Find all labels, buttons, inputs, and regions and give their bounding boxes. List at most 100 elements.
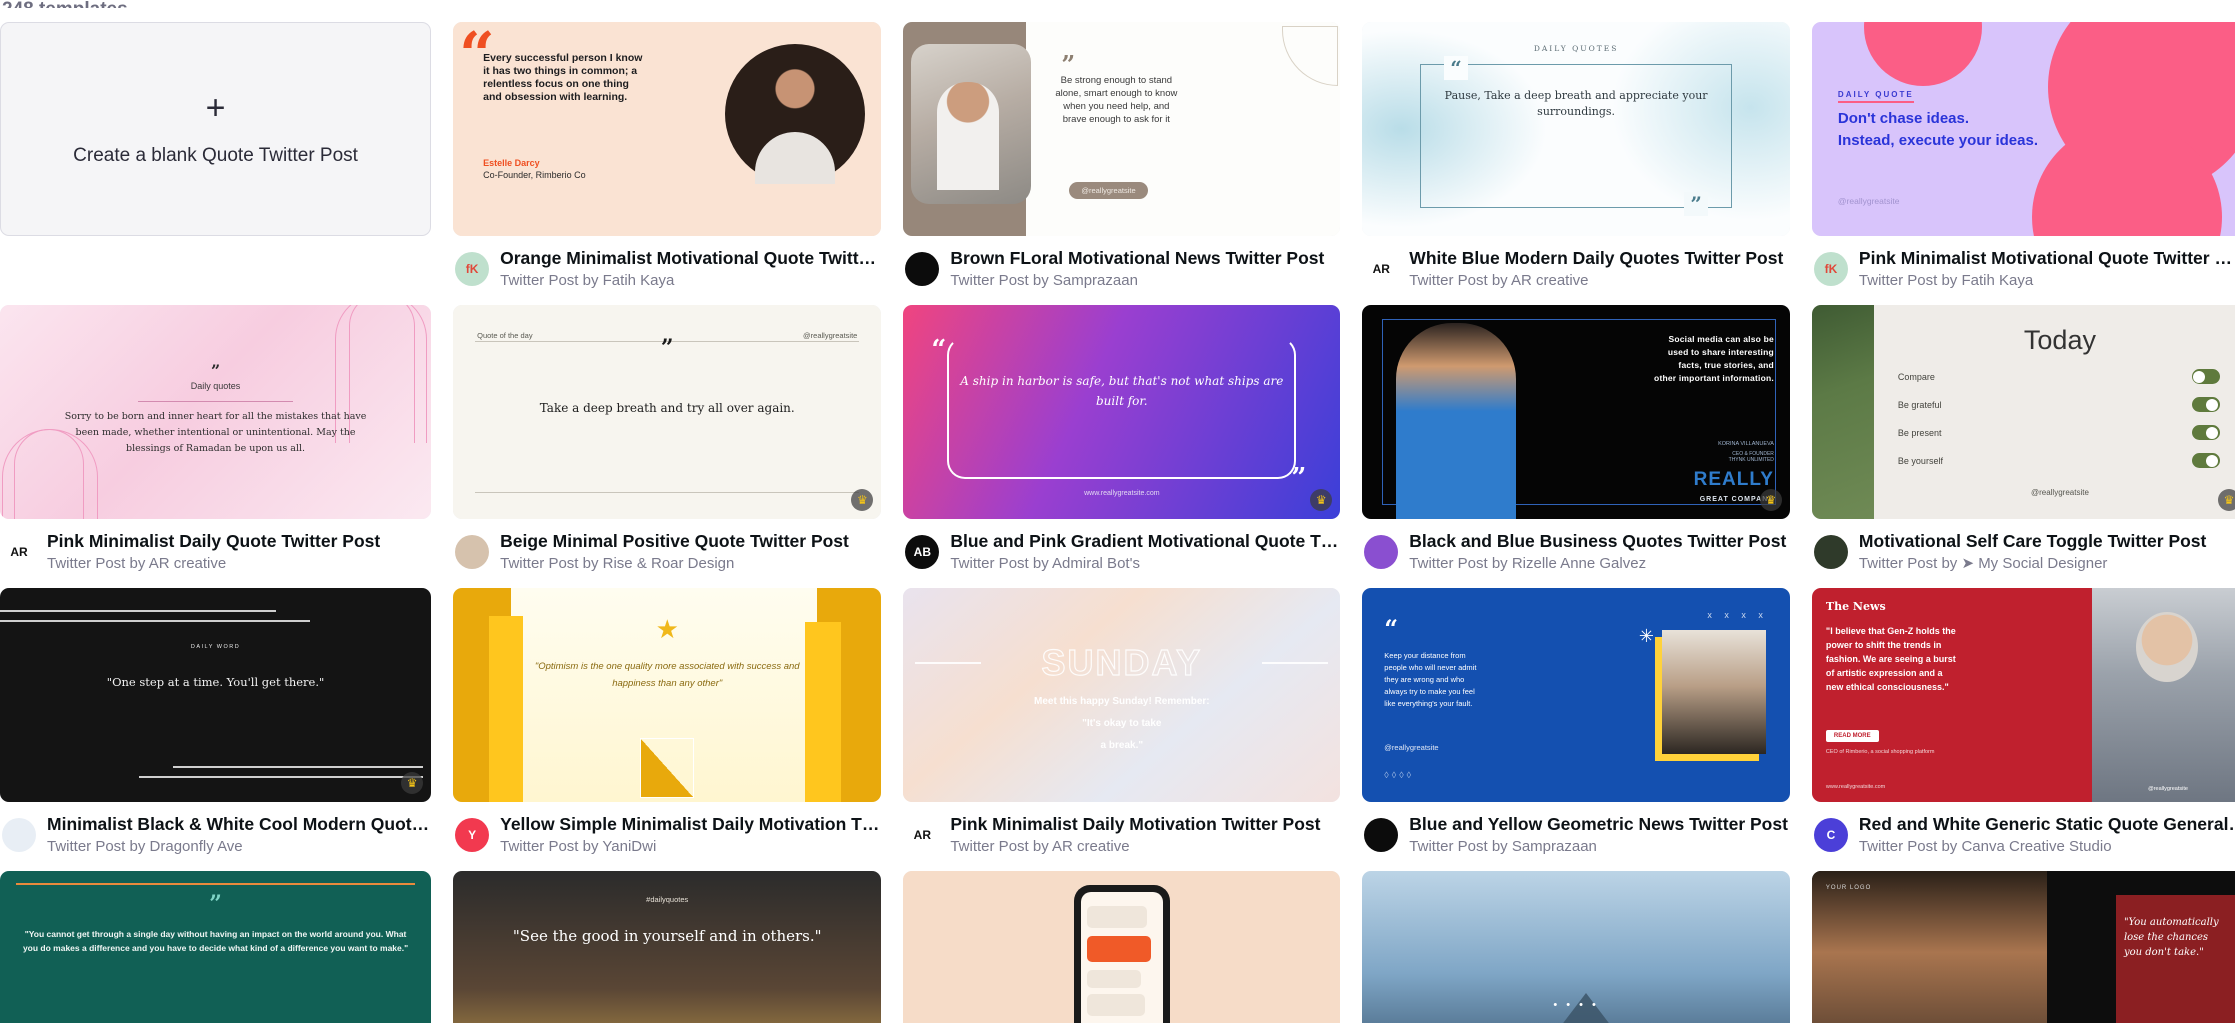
- line-1: Meet this happy Sunday! Remember:: [1034, 696, 1210, 707]
- template-title[interactable]: Minimalist Black & White Cool Modern Quo…: [47, 813, 429, 835]
- template-thumbnail[interactable]: “Every successful person I know it has t…: [453, 22, 882, 236]
- template-thumbnail[interactable]: Today Compare Be grateful Be present Be your…: [1811, 305, 2235, 519]
- template-cell: Social media can also be used to share i…: [1362, 305, 1790, 588]
- template-author[interactable]: Twitter Post by Rizelle Anne Galvez: [1409, 554, 1788, 574]
- avatar[interactable]: AR: [1364, 252, 1399, 286]
- quote-close: ”: [1291, 463, 1307, 493]
- template-author[interactable]: Twitter Post by Samprazaan: [950, 271, 1338, 291]
- template-title[interactable]: Blue and Pink Gradient Motivational Quot…: [950, 530, 1338, 552]
- toggle-switch: [2191, 397, 2220, 412]
- template-thumbnail[interactable]: YOUR LOGO "You automatically lose the cha…: [1811, 871, 2235, 1023]
- template-title[interactable]: Orange Minimalist Motivational Quote Twi…: [500, 247, 879, 269]
- template-thumbnail[interactable]: Social media can also be used to share i…: [1362, 305, 1790, 519]
- template-cell: DAILY WORD "One step at a time. You'll ge…: [0, 588, 432, 871]
- template-title[interactable]: Yellow Simple Minimalist Daily Motivatio…: [500, 813, 879, 835]
- avatar[interactable]: [1364, 535, 1399, 569]
- template-thumbnail[interactable]: ♛: [903, 871, 1341, 1023]
- avatar[interactable]: AR: [2, 535, 36, 569]
- template-title[interactable]: White Blue Modern Daily Quotes Twitter P…: [1409, 247, 1788, 269]
- template-author[interactable]: Twitter Post by Rise & Roar Design: [500, 554, 879, 574]
- template-thumbnail[interactable]: The News "I believe that Gen-Z holds the …: [1811, 588, 2235, 802]
- template-title[interactable]: Blue and Yellow Geometric News Twitter P…: [1409, 813, 1788, 835]
- avatar[interactable]: [1813, 535, 1848, 569]
- template-thumbnail[interactable]: “ Keep your distance from people who will…: [1362, 588, 1790, 802]
- chat-bubble: [1086, 970, 1141, 988]
- toggle-switch: [2191, 453, 2220, 468]
- template-author[interactable]: Twitter Post by Fatih Kaya: [1859, 271, 2235, 291]
- template-artwork: ★ "Optimism is the one quality more assoc…: [453, 588, 882, 802]
- template-cell: “Every successful person I know it has t…: [453, 22, 882, 305]
- avatar[interactable]: [905, 252, 940, 286]
- divider: [137, 401, 294, 402]
- corner-marks: x x x x: [1707, 610, 1768, 620]
- avatar[interactable]: [455, 535, 490, 569]
- template-title[interactable]: Beige Minimal Positive Quote Twitter Pos…: [500, 530, 879, 552]
- avatar[interactable]: fK: [1813, 252, 1848, 286]
- template-thumbnail[interactable]: DAILY QUOTE Don't chase ideas. Instead, ex…: [1811, 22, 2235, 236]
- avatar[interactable]: AB: [905, 535, 940, 569]
- read-more-pill: READ MORE: [1825, 730, 1879, 742]
- template-author[interactable]: Twitter Post by ➤ My Social Designer: [1859, 554, 2235, 574]
- quote-close: ”: [1684, 192, 1708, 216]
- template-meta: AR Pink Minimalist Daily Quote Twitter P…: [0, 519, 431, 588]
- template-author[interactable]: Twitter Post by YaniDwi: [500, 837, 879, 857]
- template-author[interactable]: Twitter Post by Samprazaan: [1409, 837, 1788, 857]
- avatar[interactable]: AR: [905, 818, 940, 852]
- template-cell: #dailyquotes "See the good in yourself an…: [453, 871, 882, 1023]
- avatar[interactable]: fK: [455, 252, 490, 286]
- template-author[interactable]: Twitter Post by AR creative: [47, 554, 429, 574]
- template-artwork: • • • •SuccessOnly those who dare to fai…: [1362, 871, 1790, 1023]
- create-blank-template-button[interactable]: + Create a blank Quote Twitter Post: [0, 22, 432, 236]
- template-thumbnail[interactable]: ” "You cannot get through a single day wi…: [0, 871, 432, 1023]
- bar-decoration: [0, 610, 276, 612]
- template-thumbnail[interactable]: Quote of the day @reallygreatsite” Take a …: [453, 305, 882, 519]
- template-cell: The News "I believe that Gen-Z holds the …: [1811, 588, 2235, 871]
- column: [805, 622, 842, 802]
- template-thumbnail[interactable]: #dailyquotes "See the good in yourself an…: [453, 871, 882, 1023]
- template-thumbnail[interactable]: SUNDAY Meet this happy Sunday! Remember: "…: [903, 588, 1341, 802]
- template-thumbnail[interactable]: ” Be strong enough to stand alone, smart …: [903, 22, 1341, 236]
- template-author[interactable]: Twitter Post by Admiral Bot's: [950, 554, 1338, 574]
- template-artwork: DAILY QUOTE Don't chase ideas. Instead, ex…: [1811, 22, 2235, 236]
- quote-mark: ”: [210, 361, 221, 380]
- template-author[interactable]: Twitter Post by Canva Creative Studio: [1859, 837, 2235, 857]
- avatar[interactable]: Y: [455, 818, 490, 852]
- template-title[interactable]: Brown FLoral Motivational News Twitter P…: [950, 247, 1338, 269]
- template-title[interactable]: Pink Minimalist Daily Motivation Twitter…: [950, 813, 1338, 835]
- avatar[interactable]: C: [1813, 818, 1848, 852]
- template-meta: fK Orange Minimalist Motivational Quote …: [453, 236, 881, 305]
- template-artwork: “ Keep your distance from people who will…: [1362, 588, 1790, 802]
- template-author[interactable]: Twitter Post by Dragonfly Ave: [47, 837, 429, 857]
- portrait-photo: [725, 44, 866, 184]
- template-artwork: ” Daily quotes Sorry to be born and inner …: [0, 305, 432, 519]
- template-thumbnail[interactable]: DAILY QUOTES “ Pause, Take a deep breath a…: [1362, 22, 1790, 236]
- author-name: Estelle Darcy: [483, 158, 540, 168]
- template-thumbnail[interactable]: • • • •SuccessOnly those who dare to fai…: [1362, 871, 1790, 1023]
- template-thumbnail[interactable]: ” Daily quotes Sorry to be born and inner …: [0, 305, 432, 519]
- avatar[interactable]: [1364, 818, 1399, 852]
- avatar[interactable]: [2, 818, 36, 852]
- template-title[interactable]: Motivational Self Care Toggle Twitter Po…: [1859, 530, 2235, 552]
- quote-open: “: [1444, 56, 1468, 80]
- template-thumbnail[interactable]: ★ "Optimism is the one quality more assoc…: [453, 588, 882, 802]
- template-artwork: DAILY WORD "One step at a time. You'll ge…: [0, 588, 432, 802]
- quote-text: Take a deep breath and try all over agai…: [539, 401, 795, 415]
- photo: [2091, 588, 2235, 802]
- toggle-row: Compare: [1898, 369, 2220, 384]
- template-title[interactable]: Red and White Generic Static Quote Gener…: [1859, 813, 2235, 835]
- template-title[interactable]: Pink Minimalist Daily Quote Twitter Post: [47, 530, 429, 552]
- bar-decoration: [173, 766, 424, 768]
- template-artwork: SUNDAY Meet this happy Sunday! Remember: "…: [903, 588, 1341, 802]
- template-thumbnail[interactable]: “ A ship in harbor is safe, but that's no…: [903, 305, 1341, 519]
- template-thumbnail[interactable]: DAILY WORD "One step at a time. You'll ge…: [0, 588, 432, 802]
- template-author[interactable]: Twitter Post by Fatih Kaya: [500, 271, 879, 291]
- template-artwork: ” "You cannot get through a single day wi…: [0, 871, 432, 1023]
- template-artwork: Quote of the day @reallygreatsite” Take a …: [453, 305, 882, 519]
- quote-text: "One step at a time. You'll get there.": [106, 675, 325, 689]
- template-title[interactable]: Pink Minimalist Motivational Quote Twitt…: [1859, 247, 2235, 269]
- template-author[interactable]: Twitter Post by AR creative: [950, 837, 1338, 857]
- template-artwork: DAILY QUOTES “ Pause, Take a deep breath a…: [1362, 22, 1790, 236]
- template-title[interactable]: Black and Blue Business Quotes Twitter P…: [1409, 530, 1788, 552]
- template-artwork: #dailyquotes "See the good in yourself an…: [453, 871, 882, 1023]
- template-author[interactable]: Twitter Post by AR creative: [1409, 271, 1788, 291]
